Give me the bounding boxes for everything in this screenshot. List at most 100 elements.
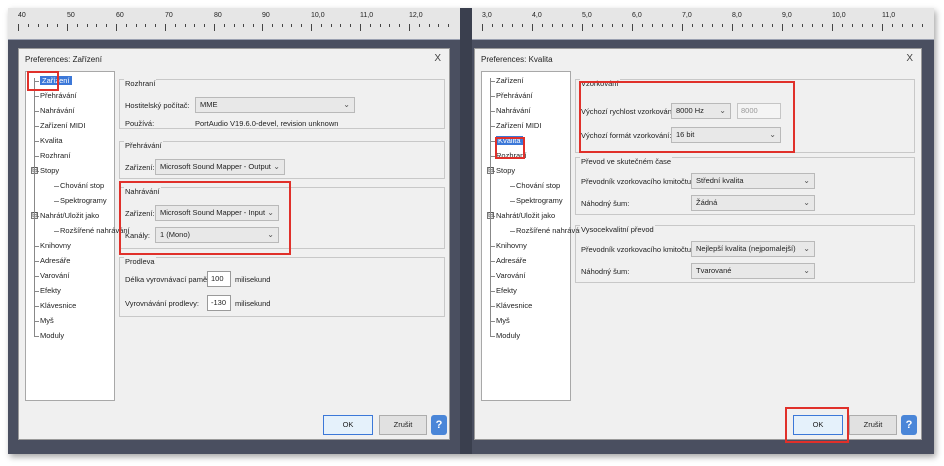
tree-item-9[interactable]: Nahrát/Uložit jako [496,211,555,220]
rt-converter-label: Převodník vzorkovacího kmitočtu: [581,177,694,186]
tree-item-0[interactable]: Zařízení [496,76,524,85]
tree-item-2[interactable]: Nahrávání [496,106,531,115]
tree-item-4[interactable]: Kvalita [40,136,63,145]
ruler-mark [902,24,903,27]
ruler-mark [409,24,410,31]
tree-item-15[interactable]: Klávesnice [496,301,532,310]
tree-item-6[interactable]: Stopy [496,166,515,175]
ruler-tick-label: 90 [262,12,270,19]
tree-item-label: Knihovny [496,241,527,250]
tree-item-label: Efekty [40,286,61,295]
ruler-mark [532,24,533,31]
ruler-mark [712,24,713,27]
tree-item-17[interactable]: Moduly [40,331,64,340]
rt-dither-select[interactable]: Žádná ⌄ [691,195,815,211]
group-title: Rozhraní [124,79,157,88]
cancel-button[interactable]: Zrušit [849,415,897,435]
ruler-tick-label: 70 [165,12,173,19]
tree-item-1[interactable]: Přehrávání [496,91,533,100]
ruler-mark [862,24,863,27]
tree-item-16[interactable]: Myš [40,316,54,325]
tree-item-label: Moduly [496,331,521,340]
tree-item-12[interactable]: Adresáře [496,256,526,265]
tree-item-7[interactable]: Chování stop [60,181,104,190]
latency-compensation-input[interactable]: -130 [207,295,231,311]
chevron-down-icon: ⌄ [803,266,810,275]
tree-item-15[interactable]: Klávesnice [40,301,76,310]
preferences-tree: Zařízení Přehrávání Nahrávání Zařízení MIDI… [25,71,130,401]
tree-item-12[interactable]: Adresáře [40,256,70,265]
tree-item-16[interactable]: Myš [496,316,510,325]
highlight-box-quality-item [495,137,525,159]
ruler-mark [872,24,873,27]
preferences-tree: Zařízení Přehrávání Nahrávání Zařízení MIDI… [481,71,586,401]
hq-converter-select[interactable]: Nejlepší kvalita (nejpomalejší) ⌄ [691,241,815,257]
ruler-mark [301,24,303,27]
ruler-tick-label: 4,0 [532,12,542,19]
tree-item-11[interactable]: Knihovny [496,241,527,250]
tree-item-3[interactable]: Zařízení MIDI [40,121,85,130]
ruler-mark [632,24,633,31]
help-icon[interactable]: ? [431,415,447,435]
rt-dither-label: Náhodný šum: [581,199,630,208]
cancel-button[interactable]: Zrušit [379,415,427,435]
ruler-mark [418,24,420,27]
buffer-length-label: Délka vyrovnávací paměti: [125,275,213,284]
hq-dither-select[interactable]: Tvarované ⌄ [691,263,815,279]
tree-item-2[interactable]: Nahrávání [40,106,75,115]
chevron-down-icon: ⌄ [273,162,280,171]
tree-item-8[interactable]: Spektrogramy [516,196,563,205]
ruler-mark [399,24,401,27]
tree-item-label: Nahrát/Uložit jako [40,211,100,220]
tree-item-8[interactable]: Spektrogramy [60,196,107,205]
ruler-tick-label: 3,0 [482,12,492,19]
tree-item-14[interactable]: Efekty [496,286,517,295]
tree-item-6[interactable]: Stopy [40,166,59,175]
close-button[interactable]: X [906,53,913,64]
ruler-mark [672,24,673,27]
ruler-mark [642,24,643,27]
preferences-dialog-quality: Preferences: Kvalita X Zařízení Přehráván… [474,48,922,443]
tree-item-1[interactable]: Přehrávání [40,91,77,100]
dialog-title: Preferences: Zařízení [25,55,102,64]
close-button[interactable]: X [434,53,441,64]
tree-item-17[interactable]: Moduly [496,331,520,340]
help-icon[interactable]: ? [901,415,917,435]
tree-item-9[interactable]: Nahrát/Uložit jako [40,211,99,220]
tree-item-5[interactable]: Rozhraní [40,151,70,160]
tree-item-14[interactable]: Efekty [40,286,61,295]
tree-item-3[interactable]: Zařízení MIDI [496,121,541,130]
ruler-mark [379,24,381,27]
ok-button[interactable]: OK [323,415,373,435]
host-select[interactable]: MME ⌄ [195,97,355,113]
playback-device-select[interactable]: Microsoft Sound Mapper - Output ⌄ [155,159,285,175]
tree-item-label: Nahrát/Uložit jako [496,211,556,220]
ruler-mark [652,24,653,27]
tree-item-13[interactable]: Varování [40,271,69,280]
ruler-mark [552,24,553,27]
ruler-mark [243,24,245,27]
tree-item-label: Adresáře [496,256,527,265]
tree-item-label: Přehrávání [40,91,77,100]
ruler-tick-label: 8,0 [732,12,742,19]
using-value: PortAudio V19.6.0-devel, revision unknow… [195,119,339,128]
ruler-mark [832,24,833,31]
tree-item-13[interactable]: Varování [496,271,525,280]
ruler-mark [67,24,68,31]
tree-item-7[interactable]: Chování stop [516,181,560,190]
tree-item-label: Nahrávání [40,106,75,115]
ruler-mark [340,24,342,27]
ruler-mark [320,24,322,27]
preferences-dialog-devices: Preferences: Zařízení X Zařízení Přehrává… [18,48,450,440]
buffer-length-input[interactable]: 100 [207,271,231,287]
ruler-mark [253,24,255,27]
using-label: Používá: [125,119,155,128]
chevron-down-icon: ⌄ [803,198,810,207]
tree-item-11[interactable]: Knihovny [40,241,71,250]
rt-converter-select[interactable]: Střední kvalita ⌄ [691,173,815,189]
ruler-mark [165,24,166,31]
ruler-mark [562,24,563,27]
tree-item-label: Zařízení [496,76,524,85]
tree-connector [510,186,515,187]
track-area-gap [460,8,472,454]
